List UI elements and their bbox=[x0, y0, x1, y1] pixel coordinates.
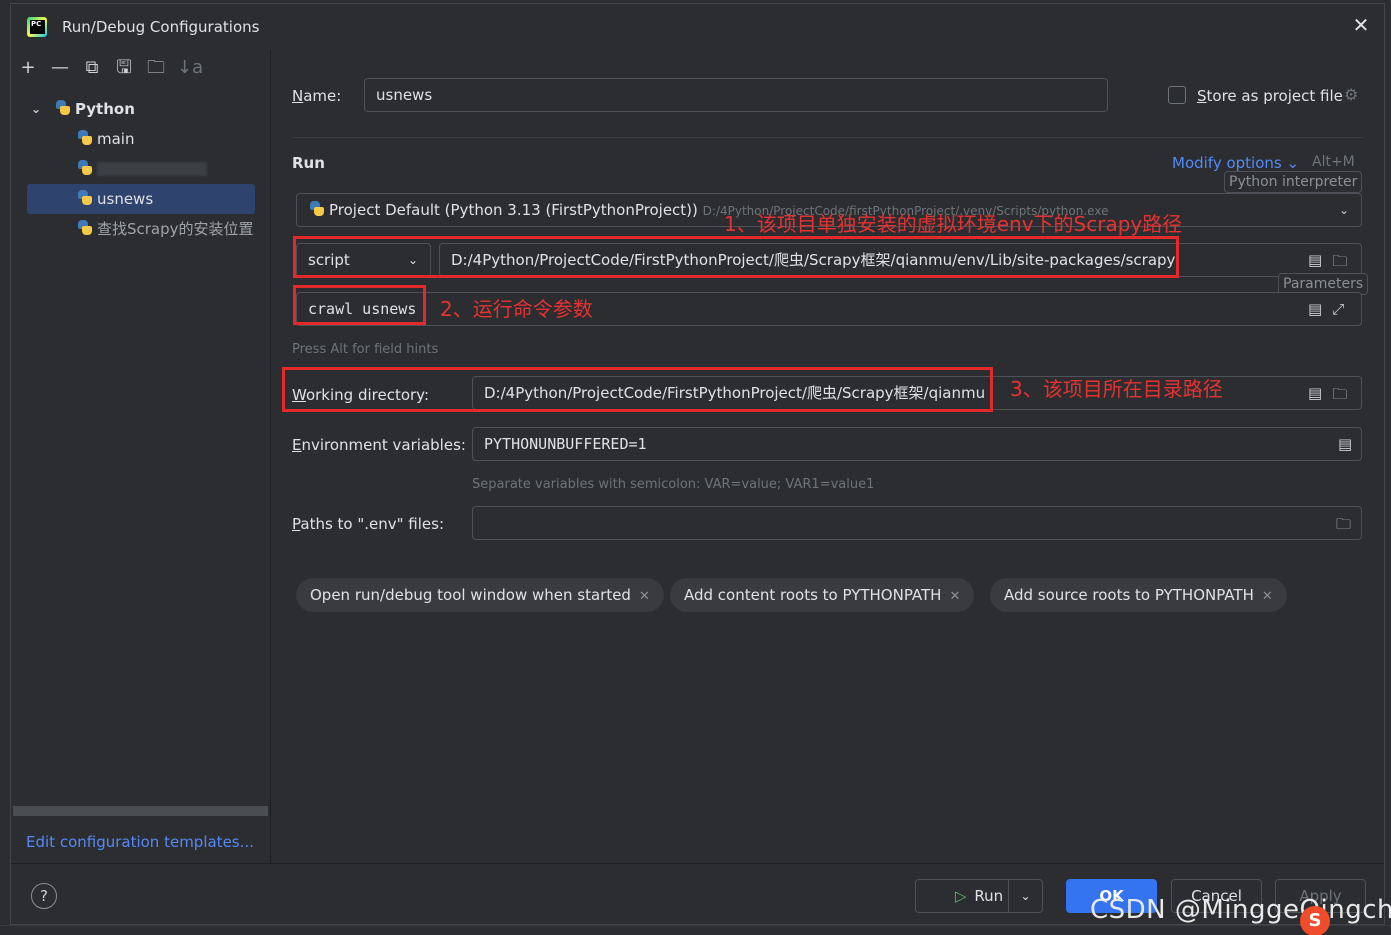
sort-icon[interactable]: ↓a bbox=[177, 58, 203, 80]
chip-open-tool-window[interactable]: Open run/debug tool window when started ✕ bbox=[296, 578, 664, 612]
python-icon bbox=[77, 160, 93, 176]
python-icon bbox=[77, 130, 93, 146]
close-icon[interactable]: ✕ bbox=[1262, 589, 1273, 604]
run-label: Run bbox=[974, 887, 1004, 905]
edit-templates-link[interactable]: Edit configuration templates... bbox=[26, 833, 254, 851]
dotenv-label: Paths to ".env" files: bbox=[292, 515, 445, 533]
ide-status-bar bbox=[0, 925, 1391, 935]
field-hint: Press Alt for field hints bbox=[292, 342, 439, 357]
annotation-3: 3、该项目所在目录路径 bbox=[1010, 377, 1223, 401]
store-label: Store as project file bbox=[1197, 87, 1343, 105]
folder-icon[interactable]: 🗀 bbox=[145, 58, 167, 80]
parameters-field-icons: ▤ ⤢ bbox=[1308, 300, 1344, 318]
tree-group-label: Python bbox=[75, 100, 135, 118]
ide-backdrop-left bbox=[0, 0, 10, 935]
tree-item-redacted[interactable] bbox=[11, 154, 271, 184]
save-icon[interactable]: 🖫 bbox=[113, 58, 135, 80]
sogou-ime-icon: S bbox=[1300, 906, 1330, 935]
redacted-label bbox=[97, 162, 207, 176]
tree-group-python[interactable]: ⌄ Python bbox=[11, 94, 271, 124]
annotation-box-workdir bbox=[282, 367, 993, 412]
chevron-down-icon[interactable]: ⌄ bbox=[1008, 880, 1042, 912]
expand-text-icon[interactable]: ▤ bbox=[1338, 435, 1352, 453]
close-icon[interactable]: ✕ bbox=[1350, 14, 1372, 36]
gear-icon[interactable]: ⚙ bbox=[1344, 85, 1358, 104]
config-tree-pane: + — ⧉ 🖫 🗀 ↓a ⌄ Python main usnews 查找Scra… bbox=[11, 50, 271, 863]
chip-label: Add content roots to PYTHONPATH bbox=[684, 586, 942, 604]
store-as-project-checkbox[interactable] bbox=[1168, 86, 1186, 104]
tree-item-label: main bbox=[97, 130, 135, 148]
add-icon[interactable]: + bbox=[17, 58, 39, 80]
chip-content-roots[interactable]: Add content roots to PYTHONPATH ✕ bbox=[670, 578, 975, 612]
python-icon bbox=[77, 190, 93, 206]
chip-source-roots[interactable]: Add source roots to PYTHONPATH ✕ bbox=[990, 578, 1287, 612]
tree-item-main[interactable]: main bbox=[11, 124, 271, 154]
run-section-title: Run bbox=[292, 154, 325, 172]
python-icon bbox=[77, 220, 93, 236]
expand-text-icon[interactable]: ▤ bbox=[1308, 300, 1322, 318]
annotation-2: 2、运行命令参数 bbox=[440, 297, 593, 321]
dialog-title: Run/Debug Configurations bbox=[62, 18, 260, 36]
env-label: Environment variables: bbox=[292, 436, 466, 454]
tree-item-find-scrapy[interactable]: 查找Scrapy的安装位置 bbox=[11, 214, 271, 244]
config-form: Name: usnews Store as project file ⚙ Run… bbox=[272, 50, 1384, 863]
dotenv-input[interactable] bbox=[472, 506, 1362, 540]
ide-backdrop-right bbox=[1385, 0, 1391, 935]
env-hint: Separate variables with semicolon: VAR=v… bbox=[472, 477, 875, 492]
expand-text-icon[interactable]: ▤ bbox=[1308, 384, 1322, 409]
tree-item-label: usnews bbox=[97, 190, 154, 208]
chip-label: Add source roots to PYTHONPATH bbox=[1004, 586, 1254, 604]
csdn-watermark: CSDN @MinggeQingchun bbox=[1090, 895, 1391, 925]
tree-item-label: 查找Scrapy的安装位置 bbox=[97, 220, 254, 238]
remove-icon[interactable]: — bbox=[49, 58, 71, 80]
pycharm-logo-icon bbox=[27, 17, 47, 37]
browse-folder-icon[interactable]: 🗀 bbox=[1332, 384, 1347, 409]
browse-folder-icon[interactable]: 🗀 bbox=[1336, 514, 1351, 539]
horizontal-scrollbar[interactable] bbox=[13, 806, 268, 816]
annotation-box-script-path bbox=[293, 236, 1179, 278]
python-icon bbox=[309, 201, 325, 217]
close-icon[interactable]: ✕ bbox=[949, 589, 960, 604]
name-label: Name: bbox=[292, 87, 342, 105]
dialog-titlebar: Run/Debug Configurations ✕ bbox=[11, 4, 1384, 50]
divider bbox=[292, 137, 1364, 138]
tree-item-usnews[interactable]: usnews bbox=[27, 184, 255, 214]
modify-shortcut: Alt+M bbox=[1312, 154, 1355, 170]
play-icon: ▷ bbox=[954, 887, 967, 905]
workdir-field-icons: ▤ 🗀 bbox=[1308, 384, 1347, 409]
interpreter-name: Project Default (Python 3.13 (FirstPytho… bbox=[329, 201, 698, 219]
name-input[interactable]: usnews bbox=[364, 78, 1108, 112]
run-button[interactable]: ▷ Run ⌄ bbox=[915, 879, 1043, 913]
chevron-down-icon[interactable]: ⌄ bbox=[1339, 194, 1349, 226]
config-tree: ⌄ Python main usnews 查找Scrapy的安装位置 bbox=[11, 94, 271, 244]
modify-options-link[interactable]: Modify options ⌄ bbox=[1172, 154, 1299, 172]
close-icon[interactable]: ✕ bbox=[639, 589, 650, 604]
interpreter-tag: Python interpreter bbox=[1224, 171, 1363, 193]
chevron-down-icon[interactable]: ⌄ bbox=[31, 94, 41, 124]
env-input[interactable]: PYTHONUNBUFFERED=1 bbox=[472, 427, 1362, 461]
help-icon[interactable]: ? bbox=[31, 883, 57, 909]
chip-label: Open run/debug tool window when started bbox=[310, 586, 631, 604]
python-icon bbox=[55, 100, 71, 116]
annotation-1: 1、该项目单独安装的虚拟环境env下的Scrapy路径 bbox=[724, 212, 1183, 236]
run-debug-dialog: Run/Debug Configurations ✕ + — ⧉ 🖫 🗀 ↓a … bbox=[10, 3, 1385, 925]
copy-icon[interactable]: ⧉ bbox=[81, 58, 103, 80]
annotation-box-parameters bbox=[293, 285, 426, 325]
tree-toolbar: + — ⧉ 🖫 🗀 ↓a bbox=[17, 58, 203, 82]
expand-diagonal-icon[interactable]: ⤢ bbox=[1332, 300, 1344, 318]
